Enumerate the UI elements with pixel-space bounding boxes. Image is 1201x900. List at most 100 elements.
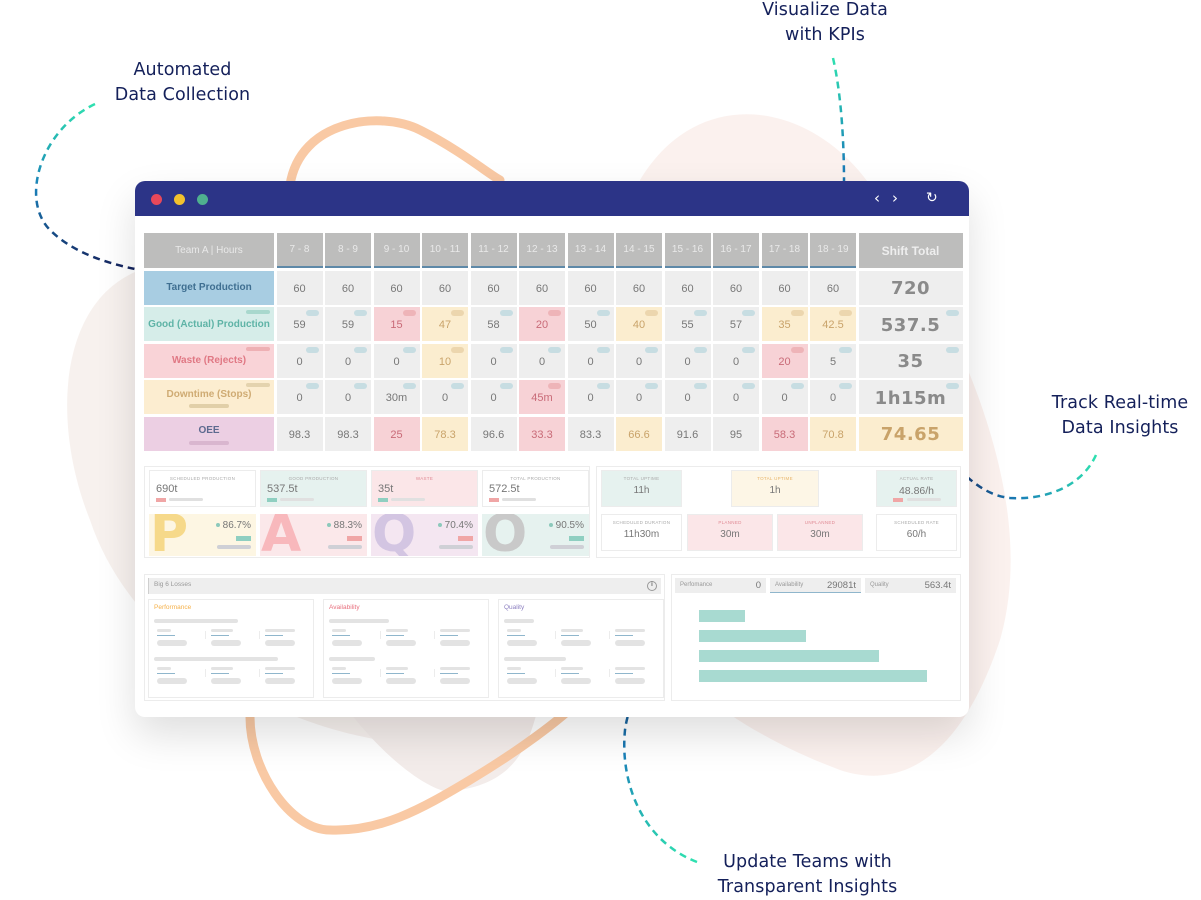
cell-note-pill[interactable]: [305, 346, 319, 353]
hour-column-header[interactable]: 15 - 16: [664, 233, 711, 268]
table-cell[interactable]: 0: [616, 343, 662, 378]
cell-note-pill[interactable]: [596, 383, 610, 389]
table-cell[interactable]: 60: [276, 270, 323, 305]
cell-note-pill[interactable]: [548, 383, 561, 389]
table-cell[interactable]: 0: [470, 380, 517, 414]
cell-note-pill[interactable]: [945, 383, 959, 389]
table-cell[interactable]: 0: [373, 343, 420, 378]
hour-column-header[interactable]: 8 - 9: [325, 233, 371, 268]
cell-note-pill[interactable]: [596, 346, 610, 353]
cell-note-pill[interactable]: [790, 383, 804, 389]
table-cell[interactable]: 59: [276, 307, 323, 341]
table-cell[interactable]: 0: [761, 380, 808, 414]
table-cell[interactable]: 30m: [373, 380, 420, 414]
hour-column-header[interactable]: 10 - 11: [422, 233, 468, 268]
table-cell[interactable]: 35: [761, 307, 808, 341]
table-cell[interactable]: 0: [567, 343, 614, 378]
table-cell[interactable]: 0: [325, 380, 371, 414]
hour-column-header[interactable]: 16 - 17: [713, 233, 759, 268]
cell-note-pill[interactable]: [693, 383, 707, 389]
table-cell[interactable]: 0: [664, 380, 711, 414]
table-cell[interactable]: 0: [616, 380, 662, 414]
cell-note-pill[interactable]: [596, 310, 610, 316]
table-cell[interactable]: 58.3: [761, 416, 808, 451]
quality-loss-card[interactable]: Quality: [498, 599, 664, 698]
cell-note-pill[interactable]: [645, 346, 658, 353]
table-cell[interactable]: 25: [373, 416, 420, 451]
cell-note-pill[interactable]: [305, 383, 319, 389]
hour-column-header[interactable]: 13 - 14: [567, 233, 614, 268]
hour-column-header[interactable]: 11 - 12: [470, 233, 517, 268]
cell-note-pill[interactable]: [645, 310, 658, 316]
cell-note-pill[interactable]: [645, 383, 658, 389]
table-cell[interactable]: 33.3: [519, 416, 565, 451]
table-cell[interactable]: 96.6: [470, 416, 517, 451]
table-cell[interactable]: 45m: [519, 380, 565, 414]
cell-note-pill[interactable]: [742, 310, 755, 316]
table-cell[interactable]: 91.6: [664, 416, 711, 451]
table-cell[interactable]: 60: [761, 270, 808, 305]
hour-column-header[interactable]: 18 - 19: [810, 233, 856, 268]
cell-note-pill[interactable]: [790, 346, 804, 353]
performance-loss-card[interactable]: Performance: [148, 599, 314, 698]
table-cell[interactable]: 20: [519, 307, 565, 341]
forward-icon[interactable]: ›: [892, 190, 898, 206]
cell-note-pill[interactable]: [548, 310, 561, 316]
cell-note-pill[interactable]: [499, 383, 513, 389]
table-cell[interactable]: 55: [664, 307, 711, 341]
hour-column-header[interactable]: 17 - 18: [761, 233, 808, 268]
table-cell[interactable]: 42.5: [810, 307, 856, 341]
table-cell[interactable]: 0: [276, 343, 323, 378]
table-cell[interactable]: 60: [422, 270, 468, 305]
cell-note-pill[interactable]: [945, 346, 959, 353]
table-cell[interactable]: 0: [664, 343, 711, 378]
cell-note-pill[interactable]: [305, 310, 319, 316]
table-cell[interactable]: 60: [664, 270, 711, 305]
cell-note-pill[interactable]: [548, 346, 561, 353]
cell-note-pill[interactable]: [354, 383, 367, 389]
cell-note-pill[interactable]: [499, 346, 513, 353]
cell-note-pill[interactable]: [945, 310, 959, 316]
cell-note-pill[interactable]: [354, 310, 367, 316]
hour-column-header[interactable]: 14 - 15: [616, 233, 662, 268]
back-icon[interactable]: ‹: [874, 190, 880, 206]
cell-note-pill[interactable]: [451, 383, 464, 389]
table-cell[interactable]: 57: [713, 307, 759, 341]
cell-note-pill[interactable]: [499, 310, 513, 316]
cell-note-pill[interactable]: [839, 346, 852, 353]
minimize-window-dot[interactable]: [174, 194, 185, 205]
table-cell[interactable]: 0: [519, 343, 565, 378]
table-cell[interactable]: 40: [616, 307, 662, 341]
table-cell[interactable]: 5: [810, 343, 856, 378]
cell-note-pill[interactable]: [742, 346, 755, 353]
table-cell[interactable]: 0: [470, 343, 517, 378]
cell-note-pill[interactable]: [693, 310, 707, 316]
table-cell[interactable]: 60: [567, 270, 614, 305]
cell-note-pill[interactable]: [839, 310, 852, 316]
table-cell[interactable]: 0: [422, 380, 468, 414]
cell-note-pill[interactable]: [839, 383, 852, 389]
cell-note-pill[interactable]: [451, 346, 464, 353]
hour-column-header[interactable]: 7 - 8: [276, 233, 323, 268]
table-cell[interactable]: 0: [276, 380, 323, 414]
cell-note-pill[interactable]: [693, 346, 707, 353]
table-cell[interactable]: 0: [810, 380, 856, 414]
table-cell[interactable]: 60: [325, 270, 371, 305]
table-cell[interactable]: 47: [422, 307, 468, 341]
info-icon[interactable]: i: [647, 581, 657, 591]
performance-tab[interactable]: Perfomance 0: [675, 578, 766, 593]
table-cell[interactable]: 83.3: [567, 416, 614, 451]
table-cell[interactable]: 0: [713, 343, 759, 378]
hour-column-header[interactable]: 9 - 10: [373, 233, 420, 268]
hour-column-header[interactable]: 12 - 13: [519, 233, 565, 268]
table-cell[interactable]: 60: [810, 270, 856, 305]
table-cell[interactable]: 10: [422, 343, 468, 378]
table-cell[interactable]: 78.3: [422, 416, 468, 451]
cell-note-pill[interactable]: [790, 310, 804, 316]
table-cell[interactable]: 60: [519, 270, 565, 305]
table-cell[interactable]: 70.8: [810, 416, 856, 451]
cell-note-pill[interactable]: [402, 346, 416, 353]
table-cell[interactable]: 50: [567, 307, 614, 341]
table-cell[interactable]: 0: [713, 380, 759, 414]
table-cell[interactable]: 98.3: [276, 416, 323, 451]
